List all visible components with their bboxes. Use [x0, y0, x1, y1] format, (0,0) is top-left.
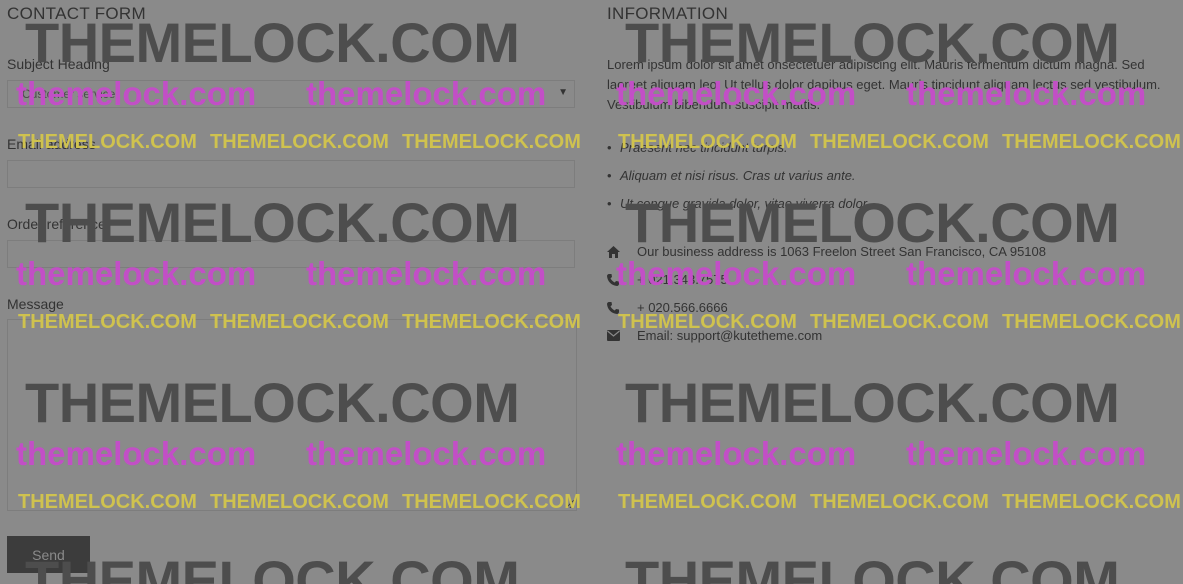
- watermark-text: THEMELOCK.COM: [25, 549, 520, 584]
- contact-address: Our business address is 1063 Freelon Str…: [607, 243, 1046, 271]
- watermark-text: THEMELOCK.COM: [625, 371, 1120, 434]
- phone-icon: [607, 299, 621, 317]
- resize-handle-icon[interactable]: [566, 500, 574, 508]
- contact-details-list: Our business address is 1063 Freelon Str…: [607, 243, 1046, 355]
- subject-heading-label: Subject Heading: [7, 56, 110, 72]
- contact-phone: + 020.566.6666: [607, 299, 1046, 327]
- send-button[interactable]: Send: [7, 536, 90, 573]
- phone-icon: [607, 271, 621, 289]
- contact-form-title: CONTACT FORM: [7, 4, 146, 23]
- contact-phone: + 021.343.7575: [607, 271, 1046, 299]
- contact-email-text: Email: support@kutetheme.com: [637, 328, 823, 343]
- order-reference-label: Order reference: [7, 216, 106, 232]
- email-field[interactable]: [7, 160, 575, 188]
- watermark-text: THEMELOCK.COM: [402, 131, 581, 153]
- watermark-text: THEMELOCK.COM: [618, 491, 797, 513]
- watermark-text: THEMELOCK.COM: [1002, 131, 1181, 153]
- message-label: Message: [7, 296, 64, 312]
- contact-address-text: Our business address is 1063 Freelon Str…: [637, 244, 1046, 259]
- watermark-text: THEMELOCK.COM: [810, 491, 989, 513]
- envelope-icon: [607, 327, 621, 345]
- contact-email: Email: support@kutetheme.com: [607, 327, 1046, 355]
- contact-phone-text: + 021.343.7575: [637, 272, 728, 287]
- bullet-item: Aliquam et nisi risus. Cras ut varius an…: [607, 167, 870, 195]
- bullet-item: Praesent nec tincidunt turpis.: [607, 139, 870, 167]
- information-title: INFORMATION: [607, 4, 729, 23]
- contact-phone-text: + 020.566.6666: [637, 300, 728, 315]
- information-bullet-list: Praesent nec tincidunt turpis. Aliquam e…: [607, 139, 870, 223]
- watermark-text: THEMELOCK.COM: [1002, 491, 1181, 513]
- watermark-text: THEMELOCK.COM: [210, 131, 389, 153]
- chevron-down-icon: ▼: [558, 87, 568, 98]
- subject-heading-value: Customer service: [22, 87, 116, 101]
- watermark-text: themelock.com: [906, 435, 1147, 472]
- order-reference-field[interactable]: [7, 240, 575, 268]
- message-textarea[interactable]: [7, 319, 577, 511]
- home-icon: [607, 243, 621, 261]
- watermark-text: themelock.com: [616, 435, 857, 472]
- information-intro: Lorem ipsum dolor sit amet onsectetuer a…: [607, 57, 1161, 112]
- subject-heading-select[interactable]: Customer service ▼: [7, 80, 575, 108]
- bullet-item: Ut congue gravida dolor, vitae viverra d…: [607, 195, 870, 223]
- watermark-text: THEMELOCK.COM: [625, 549, 1120, 584]
- email-address-label: Email address: [7, 136, 96, 152]
